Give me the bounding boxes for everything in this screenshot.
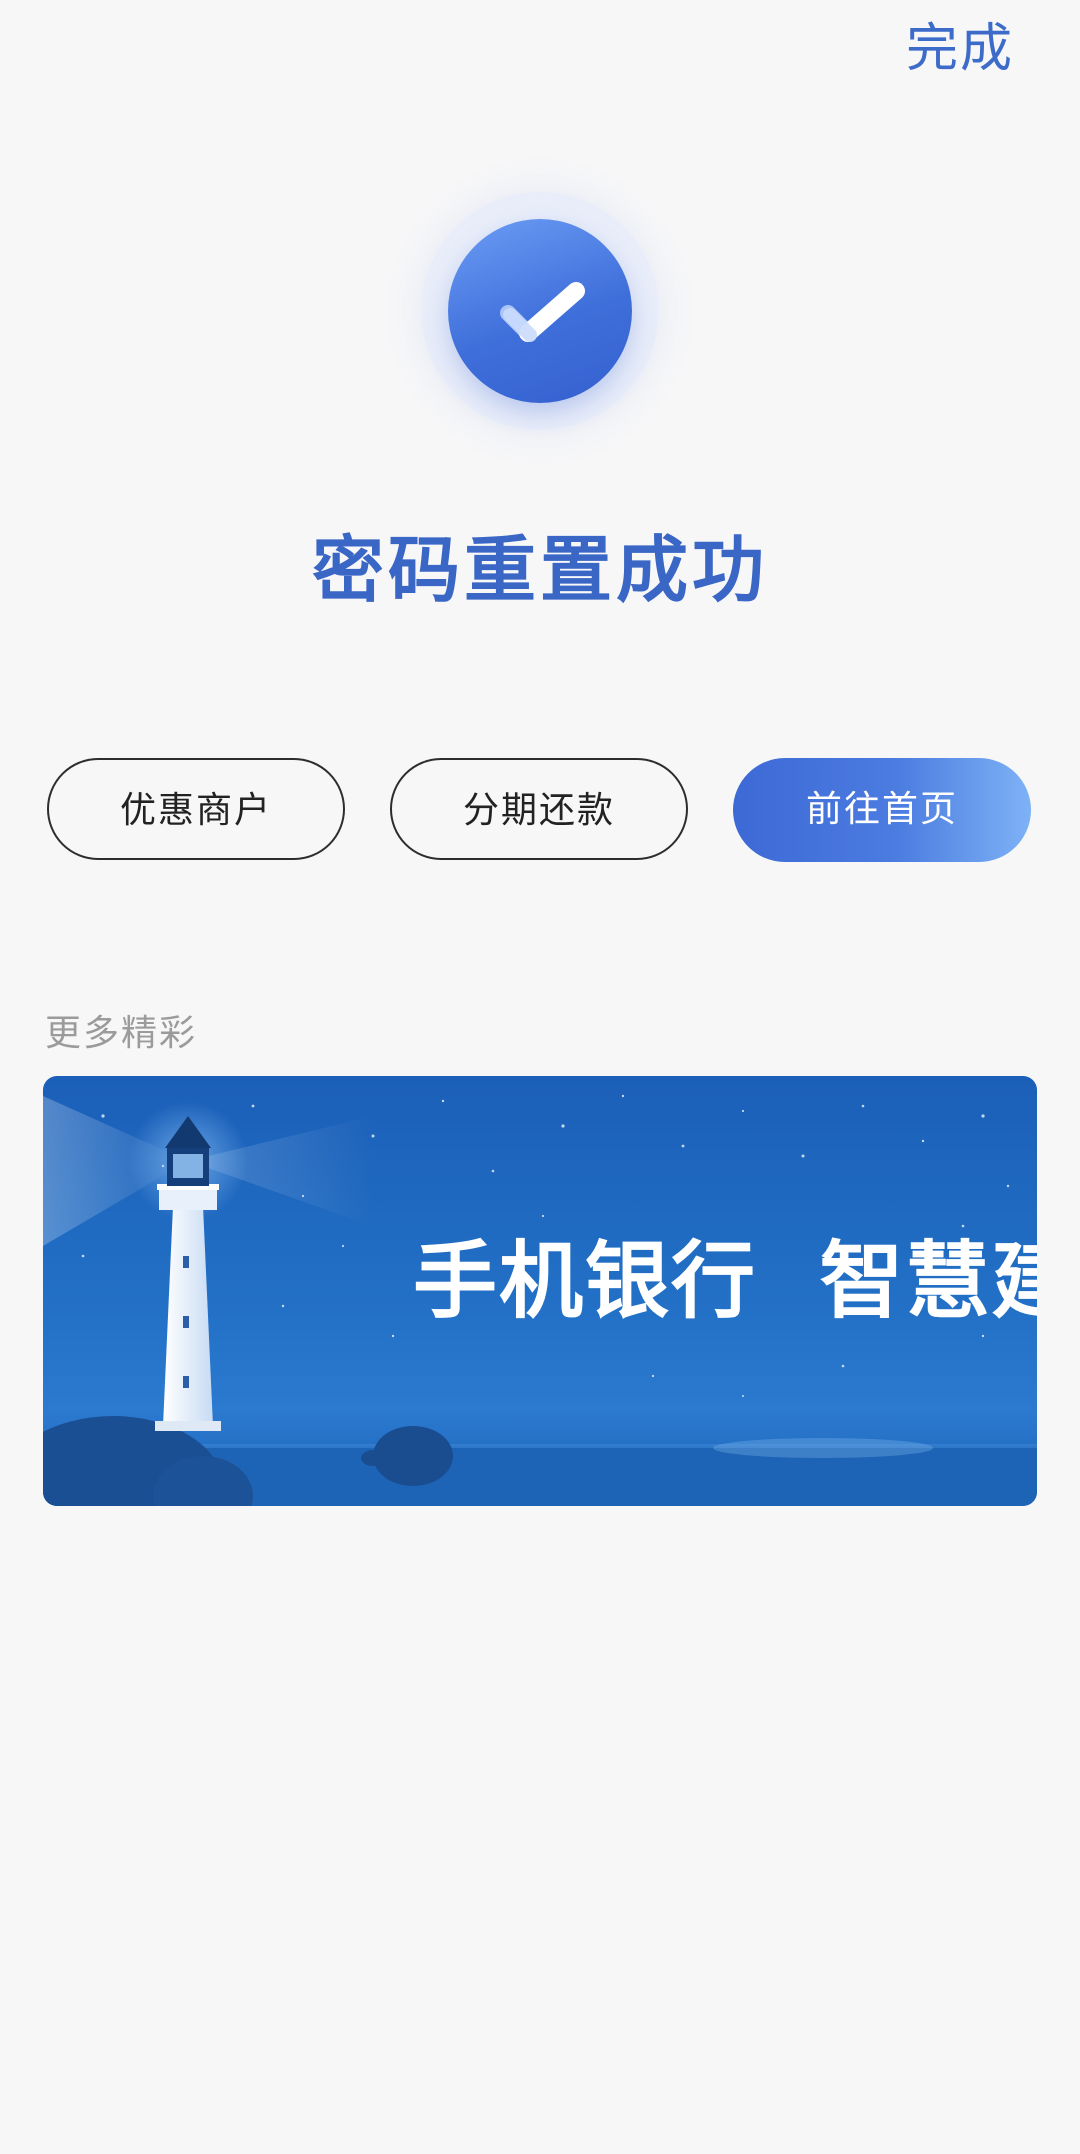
check-icon: [500, 282, 585, 342]
more-section-label: 更多精彩: [45, 1013, 198, 1054]
action-buttons: 优惠商户 分期还款 前往首页: [47, 758, 1033, 862]
page: 完成 密码重置成功 优惠商户 分期还款 前往首页 更多精彩 手机银行 智慧建: [0, 0, 1080, 2154]
success-circle: [448, 219, 632, 403]
installment-repayment-button[interactable]: 分期还款: [390, 758, 688, 860]
banner-slogan: 手机银行 智慧建行: [413, 1232, 1037, 1330]
result-title: 密码重置成功: [311, 528, 768, 612]
done-button[interactable]: 完成: [906, 14, 1014, 84]
merchants-button[interactable]: 优惠商户: [47, 758, 345, 860]
promo-banner[interactable]: 手机银行 智慧建行: [43, 1076, 1037, 1506]
go-home-button[interactable]: 前往首页: [733, 758, 1031, 862]
